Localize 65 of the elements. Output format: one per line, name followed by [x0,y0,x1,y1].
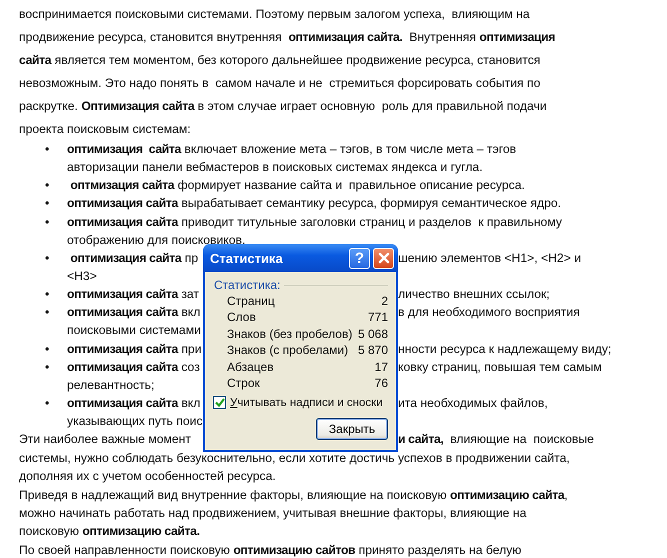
document-text: и сайта, влияющие на поисковые [398,432,594,446]
window-title: Статистика [210,250,284,266]
bullet-marker: • [44,342,50,356]
document-text: оптимизация сайта зат [67,287,200,302]
document-text: ковку страниц, повышая тем самым [398,360,602,374]
document-text: отображению для поисковиков. [67,232,246,247]
document-text: нности ресурса к надлежащему виду; [398,342,612,356]
close-icon [378,252,390,264]
bullet-marker: • [44,142,50,156]
stat-label: Знаков (без пробелов) [227,326,352,340]
document-text: авторизации панели вебмастеров в поисковых системах яндекса и гугла. [67,160,483,174]
stat-value: 17 [374,360,388,374]
document-text: дополняя их с учетом особенностей ресурса. [19,469,276,484]
document-text: можно начинать работать над продвижением, учитывая внешние факторы, влияющие на [19,506,526,520]
document-text: оптимизация сайта включает вложение мета – тэгов, в том числе мета – тэгов [67,142,516,156]
document-text: личество внешних ссылок; [398,287,550,302]
stat-label: Знаков (с пробелами) [227,343,348,357]
document-text: <H3> [67,269,97,284]
stat-value: 2 [381,294,388,308]
stat-label: Слов [227,310,256,324]
document-text: раскрутке. Оптимизация сайта в этом случае играет основную роль для правильной подачи [19,98,547,112]
bullet-marker: • [44,360,50,374]
document-text: оптмизация сайта формирует название сайта и правильное описание ресурса. [69,178,525,192]
bullet-marker: • [44,214,50,229]
document-text: оптимизация сайта приводит титульные заголовки страниц и разделов к правильному [67,214,562,229]
stat-label: Абзацев [227,360,274,374]
document-text: оптимизация сайта при [67,342,202,356]
stat-label: Страниц [227,294,275,308]
document-text: невозможным. Это надо понять в самом начале и не стремиться форсировать события по [19,76,540,90]
close-button[interactable] [373,248,394,268]
document-text: Эти наиболее важные момент [19,432,191,446]
document-text: По своей направленности поисковую оптимизацию сайтов принято разделять на белую [19,542,522,557]
document-text: указывающих путь поис [67,414,203,428]
document-text: оптимизация сайта вкл [67,396,200,410]
bullet-marker: • [44,196,50,210]
stat-value: 76 [374,376,388,390]
document-text: поисковыми системами [67,323,201,338]
bullet-marker: • [44,305,50,320]
document-text: системы, нужно соблюдать безукоснительно, если хотите достичь успехов в продвижении сайта, [19,450,570,465]
stat-value: 771 [368,310,388,324]
document-text: в для необходимого восприятия [398,305,580,320]
close-dialog-button[interactable]: Закрыть [316,418,388,440]
document-text: сайта является тем моментом, без которого дальнейшее продвижение ресурса, становится [19,52,540,66]
bullet-marker: • [44,178,50,192]
document-text: оптимизация сайта вкл [67,305,200,320]
document-text: шению элементов <H1>, <H2> и [398,250,582,265]
bullet-marker: • [44,396,50,410]
stat-label: Строк [227,376,260,390]
bullet-marker: • [44,287,50,302]
checkbox-label: Учитывать надписи и сноски [230,396,383,408]
document-text: поисковую оптимизацию сайта. [19,524,200,538]
document-text: оптимизация сайта пр [69,250,198,265]
document-text: проекта поисковым системам: [19,122,191,136]
document-text: ита необходимых файлов, [398,396,548,410]
stat-value: 5 870 [358,343,388,357]
stat-value: 5 068 [358,326,388,340]
document-text: продвижение ресурса, становится внутренняя оптимизация сайта. Внутренняя оптимизация [19,30,556,44]
document-text: оптимизация сайта вырабатывает семантику ресурса, формируя семантическое ядро. [67,196,562,210]
document-text: релевантность; [67,378,154,392]
checkbox[interactable] [213,396,226,409]
document-text: воспринимается поисковыми системами. Поэтому первым залогом успеха, влияющим на [19,6,530,20]
document-text: Приведя в надлежащий вид внутренние факторы, влияющие на поисковую оптимизацию сайта, [19,488,568,502]
group-label: Статистика: [214,278,280,292]
bullet-marker: • [44,250,50,265]
document-text: оптимизация сайта соз [67,360,200,374]
